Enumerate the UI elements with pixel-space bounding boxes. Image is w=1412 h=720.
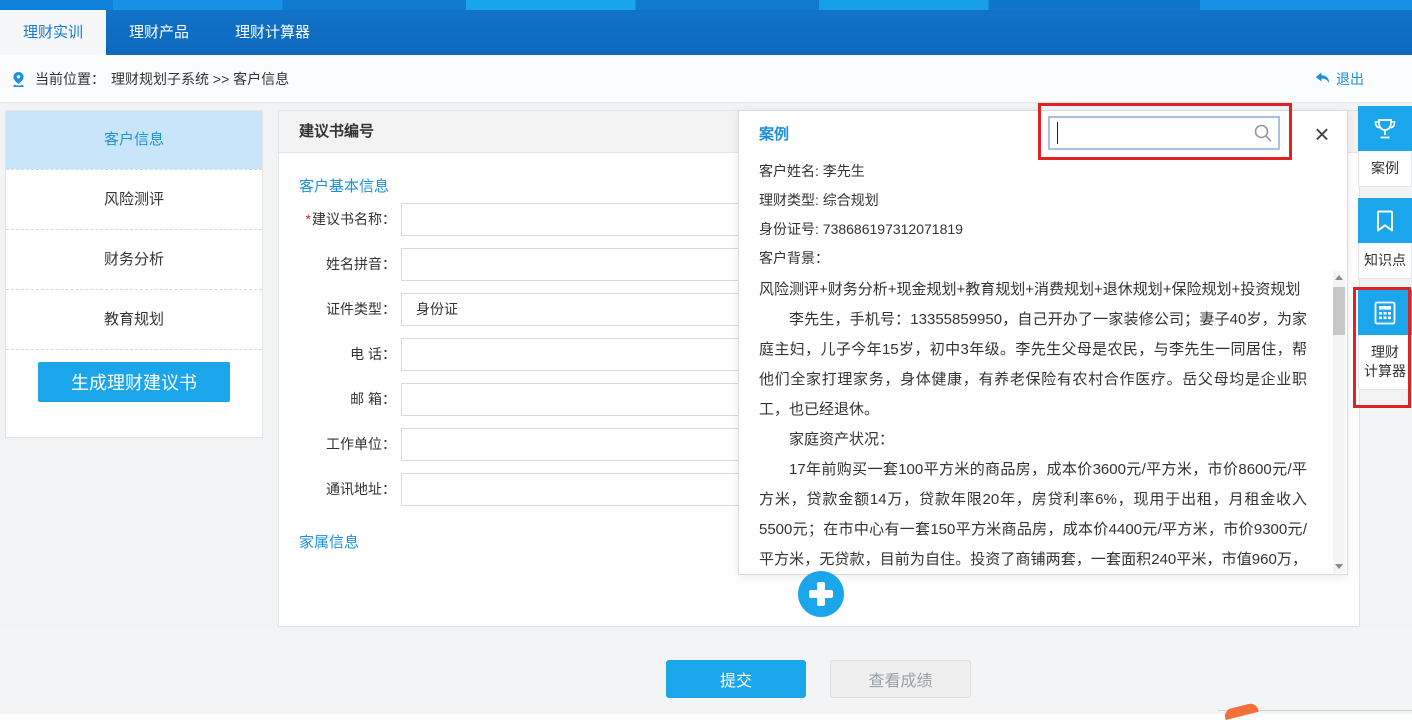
add-family-member-button[interactable]: [798, 571, 844, 617]
required-mark: *: [306, 211, 311, 227]
case-customer-summary: 客户姓名: 李先生 理财类型: 综合规划 身份证号: 7386861973120…: [759, 157, 1319, 273]
view-score-button[interactable]: 查看成绩: [830, 660, 971, 698]
rail-label-case[interactable]: 案例: [1358, 151, 1412, 187]
page: 理财实训 理财产品 理财计算器 当前位置： 理财规划子系统 >> 客户信息 退出…: [0, 0, 1412, 714]
field-label: 姓名拼音：: [279, 248, 396, 281]
rail-item-knowledge[interactable]: 知识点: [1358, 198, 1412, 279]
rail-item-case[interactable]: 案例: [1358, 106, 1412, 187]
case-paragraph: 17年前购买一套100平方米的商品房，成本价3600元/平方米，市价8600元/…: [759, 455, 1307, 573]
case-background-text: 风险测评+财务分析+现金规划+教育规划+消费规划+退休规划+保险规划+投资规划 …: [739, 273, 1333, 573]
close-icon[interactable]: ×: [1307, 115, 1337, 153]
case-paragraph: 李先生，手机号：13355859950，自己开办了一家装修公司；妻子40岁，为家…: [759, 305, 1307, 425]
generate-proposal-button[interactable]: 生成理财建议书: [38, 362, 230, 402]
case-panel-title: 案例: [759, 111, 789, 159]
breadcrumb: 当前位置： 理财规划子系统 >> 客户信息: [10, 55, 289, 103]
logout-label: 退出: [1336, 69, 1364, 89]
calculator-icon[interactable]: [1358, 290, 1412, 335]
left-sidebar: 客户信息 风险测评 财务分析 教育规划 生成理财建议书: [5, 110, 263, 438]
back-arrow-icon: [1315, 72, 1331, 86]
case-scrollbar[interactable]: [1333, 271, 1345, 573]
field-label: 邮 箱：: [279, 383, 396, 416]
case-search-input[interactable]: [1048, 116, 1280, 150]
text-cursor: [1057, 122, 1058, 144]
rail-label-knowledge[interactable]: 知识点: [1358, 243, 1412, 279]
scrollbar-thumb[interactable]: [1333, 287, 1345, 335]
sidebar-item-education-planning[interactable]: 教育规划: [6, 289, 262, 349]
tab-licai-shixun[interactable]: 理财实训: [0, 10, 106, 55]
tab-licai-jisuanqi[interactable]: 理财计算器: [212, 10, 333, 55]
search-icon[interactable]: [1253, 123, 1273, 148]
rail-item-calculator[interactable]: 理财 计算器: [1358, 290, 1412, 390]
scroll-down-arrow-icon[interactable]: [1333, 560, 1345, 573]
field-label: 通讯地址：: [279, 473, 396, 506]
bottom-action-bar: 提交 查看成绩: [0, 628, 1412, 714]
top-navbar: 理财实训 理财产品 理财计算器: [0, 10, 1412, 55]
case-planning-type: 理财类型: 综合规划: [759, 186, 1319, 215]
section-title-basic-info: 客户基本信息: [299, 175, 389, 196]
section-title-family-info: 家属信息: [299, 531, 359, 552]
field-label: 电 话：: [279, 338, 396, 371]
back-to-top-rocket-icon[interactable]: [1223, 702, 1258, 720]
case-panel: 案例 × 客户姓名: 李先生 理财类型: 综合规划 身份证号: 73868619…: [738, 110, 1348, 575]
bookmark-icon[interactable]: [1358, 198, 1412, 243]
submit-button[interactable]: 提交: [666, 660, 806, 698]
case-background-label: 客户背景：: [759, 244, 1319, 273]
scroll-up-arrow-icon[interactable]: [1333, 271, 1345, 284]
case-id-number: 身份证号: 738686197312071819: [759, 215, 1319, 244]
case-customer-name: 客户姓名: 李先生: [759, 157, 1319, 186]
trophy-icon[interactable]: [1358, 106, 1412, 151]
field-label: 工作单位：: [279, 428, 396, 461]
case-paragraph: 风险测评+财务分析+现金规划+教育规划+消费规划+退休规划+保险规划+投资规划: [759, 275, 1307, 305]
field-label: 证件类型：: [279, 293, 396, 326]
rail-label-calculator[interactable]: 理财 计算器: [1358, 335, 1412, 390]
field-label: *建议书名称：: [279, 203, 396, 236]
case-paragraph: 家庭资产状况：: [759, 425, 1307, 455]
tab-licai-chanpin[interactable]: 理财产品: [106, 10, 212, 55]
sidebar-item-customer-info[interactable]: 客户信息: [6, 111, 262, 169]
breadcrumb-path: 理财规划子系统 >> 客户信息: [111, 69, 289, 89]
location-icon: [10, 71, 27, 88]
logout-button[interactable]: 退出: [1315, 55, 1364, 103]
breadcrumb-bar: 当前位置： 理财规划子系统 >> 客户信息 退出: [0, 55, 1412, 103]
breadcrumb-prefix: 当前位置：: [35, 69, 105, 89]
top-decor-strip: [0, 0, 1412, 10]
sidebar-item-financial-analysis[interactable]: 财务分析: [6, 229, 262, 289]
rail-label-calculator-line2: 计算器: [1359, 362, 1411, 381]
sidebar-item-risk-assessment[interactable]: 风险测评: [6, 169, 262, 229]
rail-label-calculator-line1: 理财: [1359, 343, 1411, 362]
